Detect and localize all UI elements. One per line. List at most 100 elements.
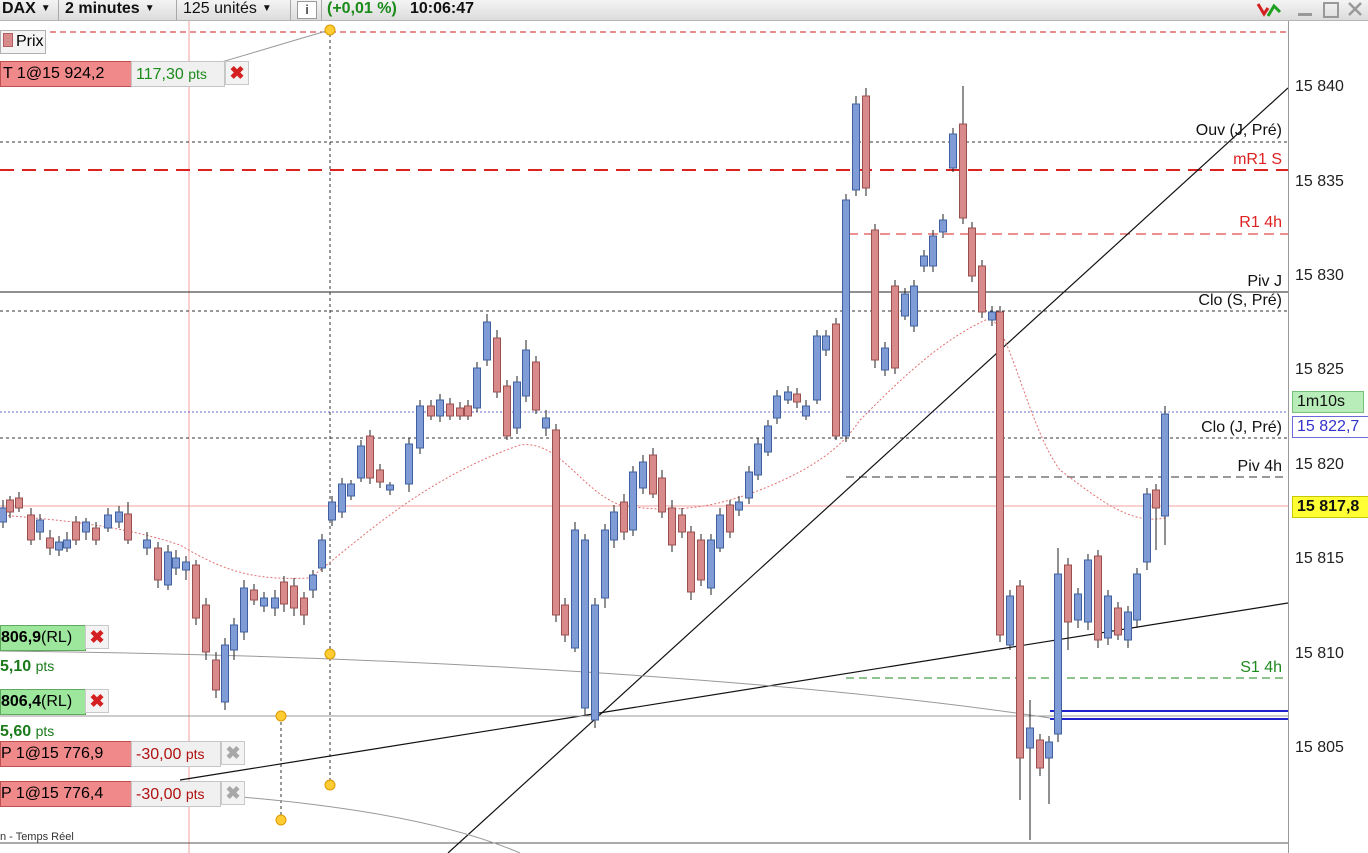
candle-body <box>649 454 657 495</box>
candle-body <box>764 425 772 453</box>
candle-body <box>668 507 676 546</box>
order-curve <box>0 650 1051 719</box>
candle-body <box>881 347 889 371</box>
candle-body <box>290 585 298 609</box>
toolbar-divider <box>58 0 59 20</box>
order-drag-handle <box>275 814 287 826</box>
candle-body <box>143 539 151 549</box>
info-icon[interactable]: i <box>297 1 317 19</box>
candle-body <box>532 361 540 411</box>
instrument-selector[interactable]: DAX ▼ <box>2 0 51 20</box>
timeframe-selector[interactable]: 2 minutes ▼ <box>65 0 155 20</box>
legend-label: Prix <box>16 33 44 50</box>
candle-body <box>182 561 190 571</box>
candle-body <box>522 349 530 397</box>
candle-body <box>813 335 821 401</box>
candle-body <box>1124 611 1132 641</box>
candle-body <box>221 644 229 703</box>
candle-body <box>115 511 123 523</box>
candle-body <box>1036 739 1044 769</box>
order-label-2[interactable]: 806,4(RL) <box>0 689 86 715</box>
order-handles <box>275 24 336 826</box>
refresh-icon[interactable] <box>1254 0 1288 20</box>
order-pts-1: 5,10 pts <box>0 658 55 675</box>
last-price-label: 15 817,8 <box>1292 496 1368 518</box>
stop-order-label-2[interactable]: P 1@15 776,4 <box>0 781 132 807</box>
candle-body <box>542 417 550 429</box>
candle-body <box>939 219 947 233</box>
close-icon[interactable] <box>1346 0 1364 20</box>
stop-order-label-1[interactable]: P 1@15 776,9 <box>0 741 132 767</box>
candle-body <box>754 443 762 476</box>
candlestick-chart[interactable] <box>0 21 1288 853</box>
cancel-order-icon[interactable]: ✖ <box>85 689 109 713</box>
candle-body <box>959 123 967 219</box>
candle-body <box>405 443 413 485</box>
order-pts-2: 5,60 pts <box>0 723 55 740</box>
candle-body <box>988 311 996 321</box>
candle-body <box>949 133 957 169</box>
candle-body <box>1084 559 1092 623</box>
close-position-icon[interactable]: ✖ <box>225 61 249 85</box>
minimize-icon[interactable] <box>1296 0 1314 20</box>
candle-body <box>901 293 909 317</box>
candle-body <box>357 445 365 479</box>
order-drag-handle <box>324 648 336 660</box>
axis-tick-label: 15 805 <box>1295 739 1344 756</box>
candle-body <box>483 321 491 361</box>
candle-body <box>852 103 860 191</box>
level-mr1-s: mR1 S <box>1233 151 1282 168</box>
axis-tick-label: 15 840 <box>1295 78 1344 95</box>
instrument-label: DAX <box>2 0 36 17</box>
stop-order-value-1: -30,00 pts <box>131 741 221 767</box>
candle-body <box>1054 573 1062 735</box>
candle-body <box>773 395 781 419</box>
candle-body <box>386 484 394 491</box>
candle-body <box>552 429 560 616</box>
candle-body <box>436 399 444 417</box>
candle-body <box>707 539 715 589</box>
candle-body <box>610 511 618 541</box>
candle-body <box>464 405 472 417</box>
candle-body <box>55 541 63 551</box>
candle-body <box>793 393 801 403</box>
candle-body <box>1016 585 1024 759</box>
candle-body <box>164 551 172 586</box>
candle-body <box>1133 573 1141 621</box>
axis-tick-label: 15 830 <box>1295 267 1344 284</box>
level-clo-s-pre: Clo (S, Pré) <box>1198 292 1282 309</box>
toolbar-divider <box>321 0 322 20</box>
candle-body <box>202 604 210 653</box>
cancel-order-icon[interactable]: ✖ <box>85 625 109 649</box>
axis-tick-label: 15 820 <box>1295 456 1344 473</box>
candle-body <box>601 529 609 599</box>
chevron-down-icon: ▼ <box>40 3 51 14</box>
candle-body <box>929 235 937 267</box>
candle-body <box>1152 489 1160 509</box>
candle-body <box>1104 595 1112 639</box>
position-label[interactable]: T 1@15 924,2 <box>0 61 132 87</box>
level-clo-j-pre: Clo (J, Pré) <box>1201 419 1282 436</box>
candle-body <box>920 255 928 267</box>
order-label-1[interactable]: 806,9(RL) <box>0 625 86 651</box>
units-selector[interactable]: 125 unités ▼ <box>183 0 272 20</box>
candle-body <box>968 227 976 277</box>
price-label-blue: 15 822,7 <box>1292 416 1368 438</box>
legend-price[interactable]: Prix <box>0 30 46 54</box>
candle-body <box>822 335 830 351</box>
candle-body <box>36 519 44 533</box>
moving-average-line <box>0 317 1166 579</box>
level-s1-4h: S1 4h <box>1240 659 1282 676</box>
cancel-order-icon[interactable]: ✖ <box>221 741 245 765</box>
maximize-icon[interactable] <box>1321 0 1339 20</box>
candle-body <box>300 597 308 616</box>
trend-lines <box>0 29 1288 853</box>
candle-body <box>27 514 35 541</box>
stop-order-value-2: -30,00 pts <box>131 781 221 807</box>
cancel-order-icon[interactable]: ✖ <box>221 781 245 805</box>
candle-body <box>862 95 870 189</box>
candle-body <box>891 285 899 369</box>
candle-body <box>639 461 647 489</box>
bar-countdown: 1m10s <box>1292 391 1364 413</box>
candle-body <box>271 597 279 609</box>
